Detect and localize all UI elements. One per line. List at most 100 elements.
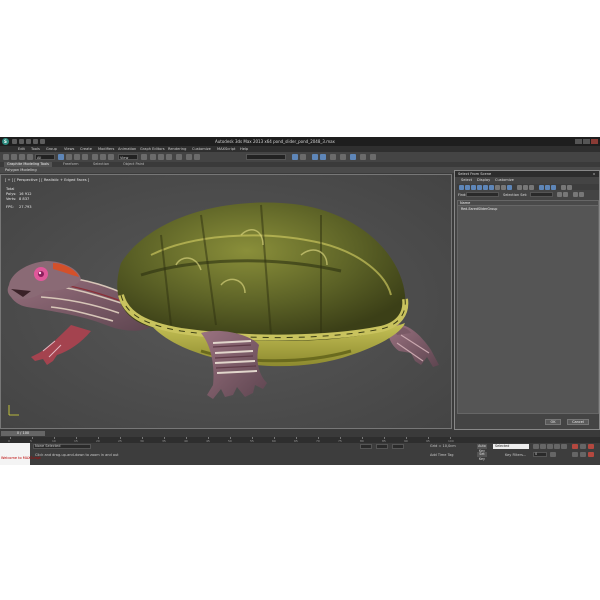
invert-display-icon[interactable] <box>529 184 534 190</box>
menu-tools[interactable]: Tools <box>31 147 40 151</box>
render-frame-icon[interactable] <box>350 154 356 160</box>
scene-object-list[interactable]: Name Red-EaredSliderGroup <box>457 200 599 414</box>
menu-edit[interactable]: Edit <box>18 147 25 151</box>
teapot-render-icon[interactable] <box>370 154 376 160</box>
select-object-icon[interactable] <box>58 154 64 160</box>
find-input[interactable] <box>466 192 499 197</box>
unlink-icon[interactable] <box>27 154 33 160</box>
polygon-modeling-label[interactable]: Polygon Modeling <box>5 168 37 172</box>
menu-help[interactable]: Help <box>240 147 248 151</box>
curve-editor-icon[interactable] <box>312 154 318 160</box>
z-coordinate-field[interactable] <box>392 444 404 449</box>
go-to-start-icon[interactable] <box>533 444 539 449</box>
menu-customize[interactable]: Customize <box>192 147 211 151</box>
schematic-view-icon[interactable] <box>320 154 326 160</box>
lock-selection-icon[interactable] <box>567 184 572 190</box>
maxscript-listener[interactable]: Welcome to MAXScript <box>0 443 41 465</box>
display-lights-icon[interactable] <box>471 184 476 190</box>
dialog-menu-customize[interactable]: Customize <box>495 178 514 182</box>
menu-create[interactable]: Create <box>80 147 92 151</box>
perspective-viewport[interactable]: [ + ] [ Perspective ] [ Realistic + Edge… <box>0 174 452 429</box>
align-icon[interactable] <box>194 154 200 160</box>
material-editor-icon[interactable] <box>330 154 336 160</box>
cancel-button[interactable]: Cancel <box>567 419 589 425</box>
column-name-header[interactable]: Name <box>458 201 598 206</box>
display-helpers-icon[interactable] <box>483 184 488 190</box>
select-none-icon[interactable] <box>545 184 550 190</box>
orbit-icon[interactable] <box>588 452 594 457</box>
menu-rendering[interactable]: Rendering <box>168 147 186 151</box>
open-file-icon[interactable] <box>19 139 24 144</box>
set-key-button[interactable]: Set Key <box>477 452 487 461</box>
minimize-button[interactable] <box>575 139 582 144</box>
reference-coordinate-dropdown[interactable]: View <box>118 154 138 160</box>
add-time-tag-button[interactable]: Add Time Tag <box>430 453 454 457</box>
menu-modifiers[interactable]: Modifiers <box>98 147 114 151</box>
new-file-icon[interactable] <box>12 139 17 144</box>
menu-group[interactable]: Group <box>46 147 57 151</box>
zoom-icon[interactable] <box>572 444 578 449</box>
display-geometry-icon[interactable] <box>459 184 464 190</box>
previous-frame-icon[interactable] <box>540 444 546 449</box>
layer-manager-icon[interactable] <box>292 154 298 160</box>
window-crossing-icon[interactable] <box>82 154 88 160</box>
ok-button[interactable]: OK <box>545 419 561 425</box>
display-none-icon[interactable] <box>523 184 528 190</box>
remove-selection-set-icon[interactable] <box>563 192 568 197</box>
render-production-icon[interactable] <box>360 154 366 160</box>
go-to-end-icon[interactable] <box>561 444 567 449</box>
field-of-view-icon[interactable] <box>572 452 578 457</box>
app-logo-icon[interactable]: S <box>2 138 9 145</box>
display-groups-icon[interactable] <box>495 184 500 190</box>
render-setup-icon[interactable] <box>340 154 346 160</box>
create-selection-set-icon[interactable] <box>557 192 562 197</box>
maximize-button[interactable] <box>583 139 590 144</box>
display-shapes-icon[interactable] <box>465 184 470 190</box>
save-file-icon[interactable] <box>26 139 31 144</box>
dialog-menu-display[interactable]: Display <box>477 178 490 182</box>
graphite-toggle-icon[interactable] <box>300 154 306 160</box>
display-spacewarps-icon[interactable] <box>489 184 494 190</box>
play-icon[interactable] <box>547 444 553 449</box>
redo-icon[interactable] <box>40 139 45 144</box>
named-selection-set-field[interactable] <box>246 154 286 160</box>
display-xrefs-icon[interactable] <box>501 184 506 190</box>
snap-icon[interactable] <box>150 154 156 160</box>
menu-views[interactable]: Views <box>64 147 74 151</box>
mirror-icon[interactable] <box>186 154 192 160</box>
pan-icon[interactable] <box>580 452 586 457</box>
angle-snap-icon[interactable] <box>158 154 164 160</box>
dialog-menu-select[interactable]: Select <box>461 178 472 182</box>
menu-maxscript[interactable]: MAXScript <box>217 147 235 151</box>
menu-graph-editors[interactable]: Graph Editors <box>140 147 165 151</box>
move-icon[interactable] <box>92 154 98 160</box>
scale-icon[interactable] <box>108 154 114 160</box>
time-configuration-icon[interactable] <box>550 452 556 457</box>
key-filters-button[interactable]: Key Filters... <box>505 453 526 457</box>
select-by-name-icon[interactable] <box>66 154 72 160</box>
display-bones-icon[interactable] <box>507 184 512 190</box>
select-all-icon[interactable] <box>539 184 544 190</box>
dialog-close-icon[interactable]: x <box>593 172 597 176</box>
selection-filter-dropdown[interactable]: All <box>35 154 55 160</box>
filter-icon[interactable] <box>573 192 578 197</box>
select-invert-icon[interactable] <box>551 184 556 190</box>
rectangle-selection-icon[interactable] <box>74 154 80 160</box>
undo-tool-icon[interactable] <box>3 154 9 160</box>
menu-animation[interactable]: Animation <box>118 147 136 151</box>
zoom-all-icon[interactable] <box>580 444 586 449</box>
link-icon[interactable] <box>19 154 25 160</box>
time-slider[interactable]: 0 / 100 <box>1 431 45 436</box>
sync-selection-icon[interactable] <box>561 184 566 190</box>
display-all-icon[interactable] <box>517 184 522 190</box>
y-coordinate-field[interactable] <box>376 444 388 449</box>
zoom-extents-icon[interactable] <box>588 444 594 449</box>
next-frame-icon[interactable] <box>554 444 560 449</box>
auto-key-button[interactable]: Auto Key <box>477 444 487 453</box>
pivot-icon[interactable] <box>141 154 147 160</box>
x-coordinate-field[interactable] <box>360 444 372 449</box>
display-cameras-icon[interactable] <box>477 184 482 190</box>
options-icon[interactable] <box>579 192 584 197</box>
close-button[interactable] <box>591 139 598 144</box>
rotate-icon[interactable] <box>100 154 106 160</box>
